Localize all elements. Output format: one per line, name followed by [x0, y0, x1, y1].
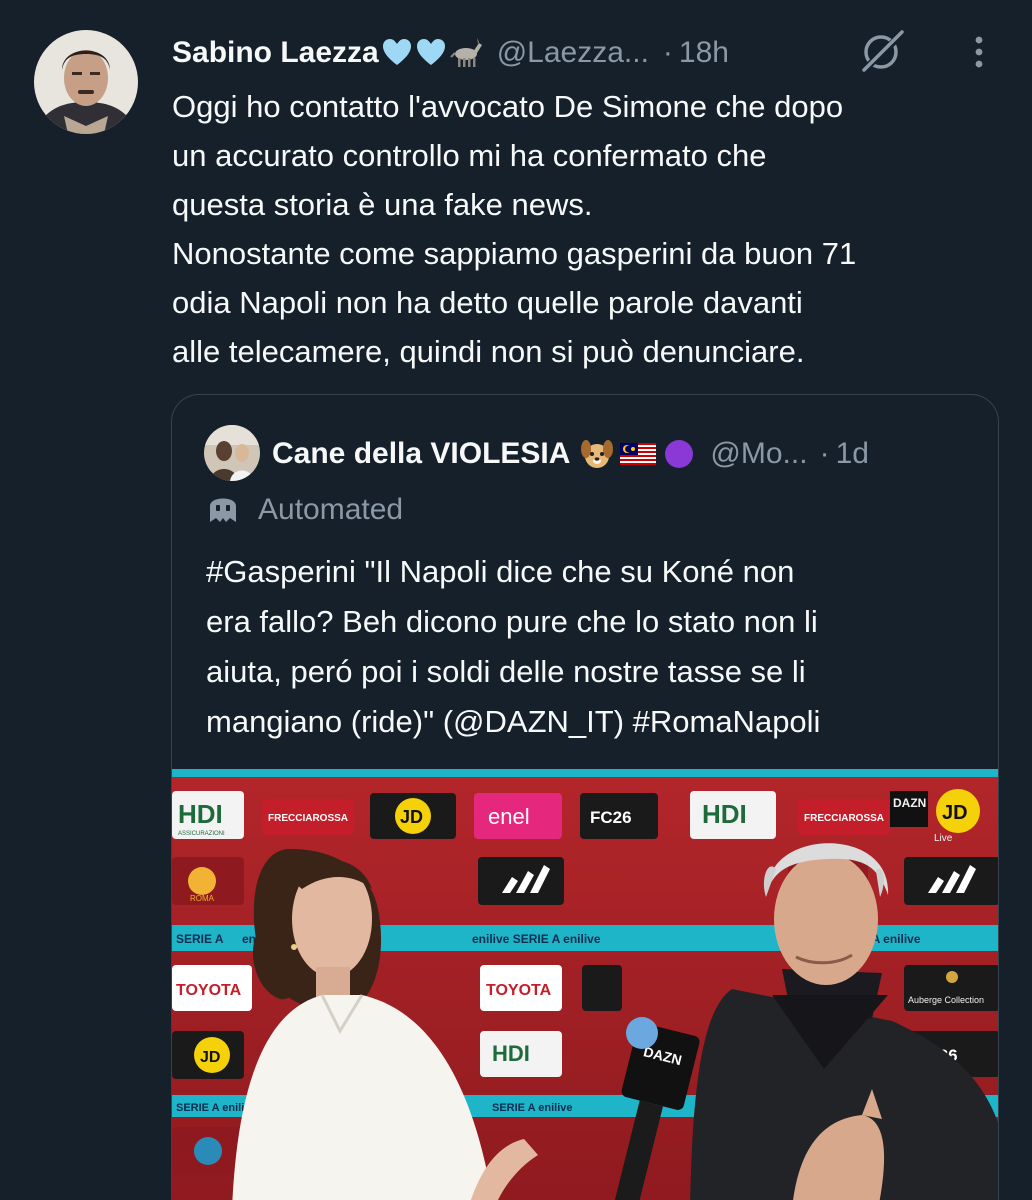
sponsor-label: ASSICURAZIONI	[178, 831, 225, 837]
svg-text:FRECCIAROSSA: FRECCIAROSSA	[804, 813, 884, 824]
grok-icon[interactable]	[860, 28, 906, 74]
quoted-tweet[interactable]: Cane della VIOLESIA @Mo... · 1d Automate…	[171, 394, 999, 1200]
tweet-text-line: alle telecamere, quindi non si può denun…	[172, 334, 805, 369]
tweet[interactable]: Sabino Laezza @Laezza... · 18h Oggi ho c…	[0, 0, 1032, 1200]
quoted-tweet-media[interactable]: HDI ASSICURAZIONI FRECCIAROSSA JD enel F…	[172, 769, 998, 1200]
tweet-text-line: odia Napoli non ha detto quelle parole d…	[172, 285, 803, 320]
sponsor-label: Live	[934, 833, 953, 844]
tweet-text-line: un accurato controllo mi ha confermato c…	[172, 138, 767, 173]
sponsor-label: SERIE A	[176, 932, 224, 946]
quoted-tweet-text: #Gasperini "Il Napoli dice che su Koné n…	[206, 547, 986, 747]
author-name[interactable]: Sabino Laezza	[172, 36, 379, 70]
donkey-icon	[449, 37, 483, 69]
quoted-tweet-time[interactable]: 1d	[836, 437, 869, 471]
author-avatar[interactable]	[34, 30, 138, 134]
tweet-text-line: questa storia è una fake news.	[172, 187, 593, 222]
svg-text:HDI: HDI	[492, 1041, 530, 1066]
dog-face-icon	[580, 437, 614, 471]
svg-text:JD: JD	[942, 802, 968, 824]
tweet-text: Oggi ho contatto l'avvocato De Simone ch…	[172, 82, 1012, 376]
tweet-text-line: Oggi ho contatto l'avvocato De Simone ch…	[172, 89, 844, 124]
purple-circle-icon	[662, 437, 696, 471]
quoted-author-avatar[interactable]	[204, 425, 260, 481]
robot-icon	[206, 490, 240, 531]
sponsor-label: HDI	[178, 799, 223, 829]
sponsor-label: JD	[400, 807, 423, 827]
sponsor-label: Auberge Collection	[908, 995, 984, 1005]
svg-text:HDI: HDI	[702, 799, 747, 829]
separator-dot: ·	[662, 36, 673, 69]
svg-text:enilive SERIE A enilive: enilive SERIE A enilive	[472, 932, 601, 946]
more-icon[interactable]	[964, 32, 994, 72]
sponsor-label: enel	[488, 804, 530, 829]
svg-text:TOYOTA: TOYOTA	[486, 982, 552, 999]
quoted-tweet-header: Cane della VIOLESIA @Mo... · 1d	[272, 431, 869, 477]
sponsor-label: FRECCIAROSSA	[268, 813, 348, 824]
quoted-author-handle[interactable]: @Mo...	[710, 437, 807, 471]
quoted-text-line: #Gasperini "Il Napoli dice che su Koné n…	[206, 554, 795, 589]
sponsor-label: TOYOTA	[176, 982, 242, 999]
sponsor-label: DAZN	[893, 796, 926, 810]
tweet-header: Sabino Laezza @Laezza... · 18h	[172, 28, 729, 78]
quoted-text-line: aiuta, peró poi i soldi delle nostre tas…	[206, 654, 806, 689]
automated-label-row: Automated	[206, 487, 403, 533]
quoted-text-line: era fallo? Beh dicono pure che lo stato …	[206, 604, 818, 639]
automated-label: Automated	[258, 493, 404, 526]
svg-text:SERIE A enilive: SERIE A enilive	[492, 1102, 573, 1114]
light-blue-heart-icon	[415, 37, 447, 69]
light-blue-heart-icon	[381, 37, 413, 69]
author-handle[interactable]: @Laezza...	[497, 36, 649, 70]
svg-text:JD: JD	[200, 1049, 220, 1066]
flag-malaysia-icon	[618, 439, 658, 469]
tweet-text-line: Nonostante come sappiamo gasperini da bu…	[172, 236, 857, 271]
quoted-text-line: mangiano (ride)" (@DAZN_IT) #RomaNapoli	[206, 704, 821, 739]
separator-dot: ·	[819, 437, 830, 470]
tweet-time[interactable]: 18h	[679, 36, 729, 70]
sponsor-label: FC26	[590, 808, 632, 827]
quoted-author-name[interactable]: Cane della VIOLESIA	[272, 437, 570, 471]
sponsor-label: ROMA	[190, 894, 215, 903]
